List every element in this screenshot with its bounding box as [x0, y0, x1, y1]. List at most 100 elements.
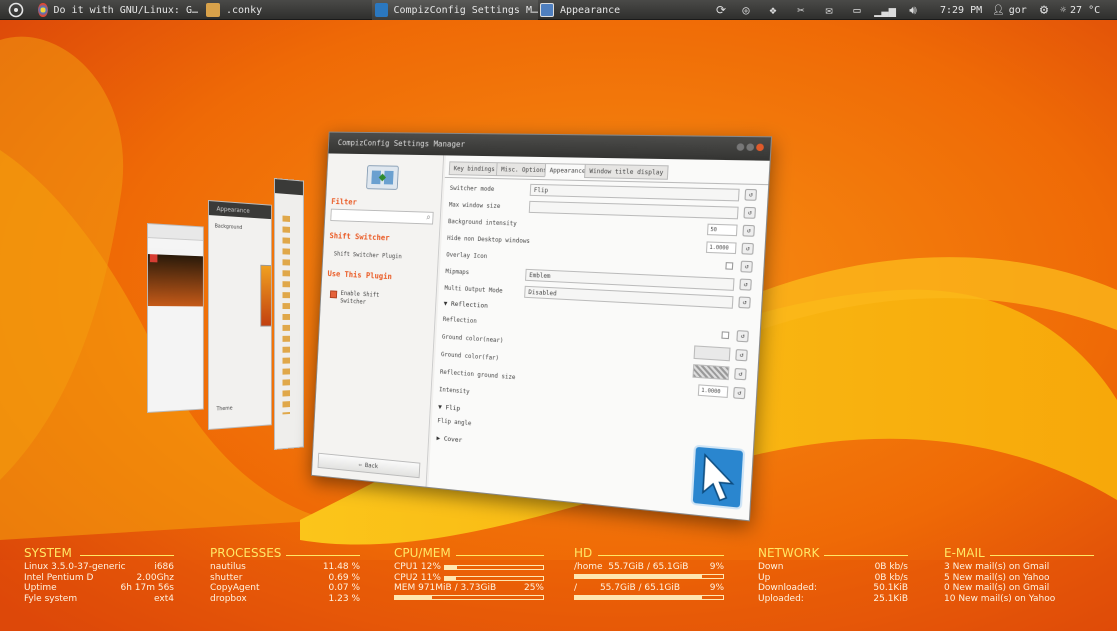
section-flip[interactable]: ▼ Flip	[438, 403, 460, 413]
row-key: CopyAgent	[210, 583, 259, 593]
plugin-description: Shift Switcher Plugin	[334, 251, 402, 261]
filter-input[interactable]: ⌕	[330, 209, 433, 225]
option-spin[interactable]: 1.0000	[698, 384, 729, 398]
conky-row: shutter 0.69 %	[210, 573, 360, 584]
conky-system: SYSTEM Linux 3.5.0-37-generic i686 Intel …	[24, 546, 174, 604]
weather-text: 27 °C	[1070, 5, 1100, 16]
heading-rule	[456, 555, 544, 556]
option-spin[interactable]: 1.0000	[706, 241, 737, 254]
window-thumbnail-nautilus[interactable]	[274, 178, 304, 450]
plugin-sidebar: Filter ⌕ Shift Switcher Shift Switcher P…	[312, 153, 444, 486]
row-value: ext4	[154, 594, 174, 604]
row-key: dropbox	[210, 594, 247, 604]
use-plugin-heading: Use This Plugin	[327, 269, 392, 281]
reset-icon[interactable]: ↺	[740, 261, 753, 273]
option-label: Intensity	[439, 386, 470, 395]
conky-heading: PROCESSES	[210, 546, 360, 562]
enable-plugin-checkbox[interactable]	[330, 290, 337, 298]
bar-fill	[445, 577, 456, 580]
clock[interactable]: 7:29 PM	[940, 0, 982, 20]
conky-heading: HD	[574, 546, 724, 562]
row-key: MEM	[394, 583, 415, 593]
option-label: Max window size	[449, 202, 501, 210]
task-appearance[interactable]: Appearance	[540, 0, 640, 20]
row-value: 0B kb/s	[875, 562, 908, 572]
reset-icon[interactable]: ↺	[738, 296, 751, 308]
row-key: Fyle system	[24, 594, 77, 604]
network-applet-icon[interactable]: ◎	[737, 0, 755, 20]
row-mid: 55.7GiB / 65.1GiB	[600, 583, 680, 593]
maximize-icon[interactable]	[746, 143, 754, 151]
conky-cpumem: CPU/MEM CPU1 12% CPU2 11% MEM 971MiB / 3…	[394, 546, 544, 604]
window-thumbnail-browser[interactable]	[147, 223, 204, 413]
shutter-icon[interactable]: ✂	[792, 0, 810, 20]
window-thumbnail-appearance[interactable]: Appearance Background Theme	[208, 200, 272, 430]
conky-row: nautilus 11.48 %	[210, 562, 360, 573]
task-label: Do it with GNU/Linux: G…	[54, 5, 199, 16]
mail-icon[interactable]: ✉	[820, 0, 838, 20]
enable-plugin-label: Enable Shift Switcher	[340, 290, 394, 308]
option-label: Mipmaps	[445, 268, 469, 276]
minimize-icon[interactable]	[736, 143, 744, 150]
reset-icon[interactable]: ↺	[735, 349, 748, 361]
clock-text: 7:29 PM	[940, 5, 982, 16]
weather-indicator[interactable]: ☼ 27 °C	[1060, 0, 1100, 20]
option-label: Ground color(near)	[442, 334, 504, 345]
sync-icon[interactable]: ⟳	[712, 0, 730, 20]
launcher-button[interactable]	[8, 0, 28, 20]
color-swatch[interactable]	[692, 364, 729, 380]
row-key: /home	[574, 562, 603, 572]
back-button[interactable]: ⇦ Back	[318, 453, 421, 478]
heading-text: CPU/MEM	[394, 546, 451, 560]
conky-row: 3 New mail(s) on Gmail	[944, 562, 1094, 573]
heading-rule	[990, 555, 1094, 556]
section-reflection[interactable]: ▼ Reflection	[444, 299, 489, 309]
color-swatch[interactable]	[694, 345, 731, 361]
reset-icon[interactable]: ↺	[734, 368, 747, 380]
section-cover[interactable]: ▶ Cover	[436, 434, 462, 444]
close-icon[interactable]	[756, 144, 764, 152]
row-value: 9%	[710, 562, 724, 572]
row-key: /	[574, 583, 577, 593]
reset-icon[interactable]: ↺	[739, 279, 752, 291]
signal-icon[interactable]: ▁▃▅	[876, 0, 894, 20]
option-spin[interactable]: 50	[707, 224, 738, 237]
reset-icon[interactable]: ↺	[733, 387, 746, 399]
ubuntu-logo-icon	[8, 2, 24, 18]
task-ccsm[interactable]: CompizConfig Settings M…	[372, 0, 538, 20]
row-value: 9%	[710, 583, 724, 593]
row-value: 1.23 %	[329, 594, 360, 604]
reset-icon[interactable]: ↺	[736, 330, 749, 342]
option-label: Reflection ground size	[440, 369, 516, 381]
reset-icon[interactable]: ↺	[743, 207, 756, 219]
cpu1-bar	[444, 565, 544, 570]
task-browser[interactable]: Do it with GNU/Linux: G…	[38, 0, 198, 20]
tab-key-bindings[interactable]: Key bindings	[449, 161, 500, 176]
conky-heading: E-MAIL	[944, 546, 1094, 562]
thumb-preview	[260, 265, 271, 327]
heading-rule	[824, 555, 908, 556]
task-conky-folder[interactable]: .conky	[206, 0, 276, 20]
reset-icon[interactable]: ↺	[742, 225, 755, 237]
row-key: Intel Pentium D	[24, 573, 93, 583]
volume-icon[interactable]: 🔊︎	[904, 0, 922, 20]
ccsm-app-icon	[689, 443, 746, 511]
heading-rule	[598, 555, 724, 556]
reset-icon[interactable]: ↺	[741, 243, 754, 255]
battery-icon[interactable]: ▭	[848, 0, 866, 20]
thumb-titlebar	[275, 179, 303, 195]
bar-fill	[575, 575, 702, 578]
tab-window-title-display[interactable]: Window title display	[584, 164, 669, 180]
option-checkbox[interactable]	[725, 262, 733, 270]
row-key: 10 New mail(s) on Yahoo	[944, 594, 1055, 604]
reset-icon[interactable]: ↺	[744, 189, 757, 201]
conky-row: 5 New mail(s) on Yahoo	[944, 573, 1094, 584]
gear-icon[interactable]: ⚙	[1035, 0, 1053, 20]
option-checkbox[interactable]	[721, 331, 729, 339]
user-menu[interactable]: 👤︎ gor	[992, 0, 1027, 20]
option-label: Multi Output Mode	[444, 285, 502, 295]
ccsm-window[interactable]: CompizConfig Settings Manager Filter ⌕ S…	[311, 132, 772, 522]
dropbox-icon[interactable]: ❖	[764, 0, 782, 20]
thumb-sidebar	[283, 216, 290, 415]
appearance-icon	[540, 3, 554, 17]
